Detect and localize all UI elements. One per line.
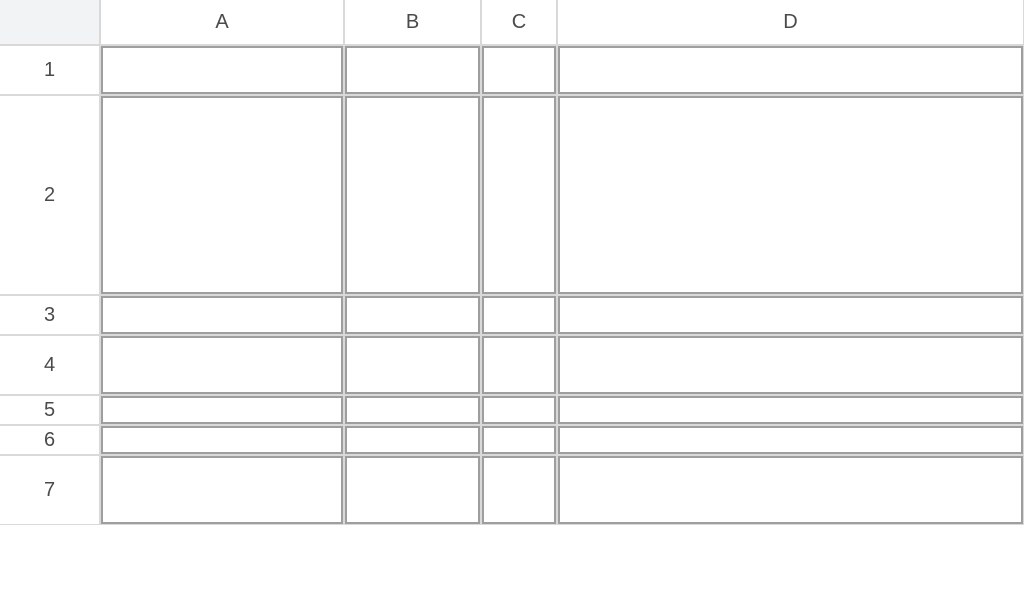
cell-A7[interactable]	[100, 455, 344, 525]
select-all-corner[interactable]	[0, 0, 100, 45]
cell-A2[interactable]	[100, 95, 344, 295]
cell-B6[interactable]	[344, 425, 481, 455]
cell-C3[interactable]	[481, 295, 557, 335]
cell-B1[interactable]	[344, 45, 481, 95]
cell-B4[interactable]	[344, 335, 481, 395]
cell-B7[interactable]	[344, 455, 481, 525]
cell-D1[interactable]	[557, 45, 1024, 95]
cell-A1[interactable]	[100, 45, 344, 95]
cell-C2[interactable]	[481, 95, 557, 295]
cell-D3[interactable]	[557, 295, 1024, 335]
column-header-B[interactable]: B	[344, 0, 481, 45]
row-header-2[interactable]: 2	[0, 95, 100, 295]
cell-C5[interactable]	[481, 395, 557, 425]
row-header-1[interactable]: 1	[0, 45, 100, 95]
cell-C1[interactable]	[481, 45, 557, 95]
cell-C7[interactable]	[481, 455, 557, 525]
cell-A3[interactable]	[100, 295, 344, 335]
spreadsheet-grid[interactable]: A B C D 1 2 3 4 5 6 7	[0, 0, 1024, 525]
cell-D5[interactable]	[557, 395, 1024, 425]
row-header-4[interactable]: 4	[0, 335, 100, 395]
column-header-C[interactable]: C	[481, 0, 557, 45]
cell-C6[interactable]	[481, 425, 557, 455]
cell-D4[interactable]	[557, 335, 1024, 395]
cell-A6[interactable]	[100, 425, 344, 455]
cell-C4[interactable]	[481, 335, 557, 395]
row-header-6[interactable]: 6	[0, 425, 100, 455]
column-header-D[interactable]: D	[557, 0, 1024, 45]
column-header-A[interactable]: A	[100, 0, 344, 45]
cell-B5[interactable]	[344, 395, 481, 425]
cell-D2[interactable]	[557, 95, 1024, 295]
cell-A5[interactable]	[100, 395, 344, 425]
row-header-7[interactable]: 7	[0, 455, 100, 525]
cell-A4[interactable]	[100, 335, 344, 395]
cell-D7[interactable]	[557, 455, 1024, 525]
row-header-3[interactable]: 3	[0, 295, 100, 335]
cell-B2[interactable]	[344, 95, 481, 295]
cell-D6[interactable]	[557, 425, 1024, 455]
cell-B3[interactable]	[344, 295, 481, 335]
row-header-5[interactable]: 5	[0, 395, 100, 425]
